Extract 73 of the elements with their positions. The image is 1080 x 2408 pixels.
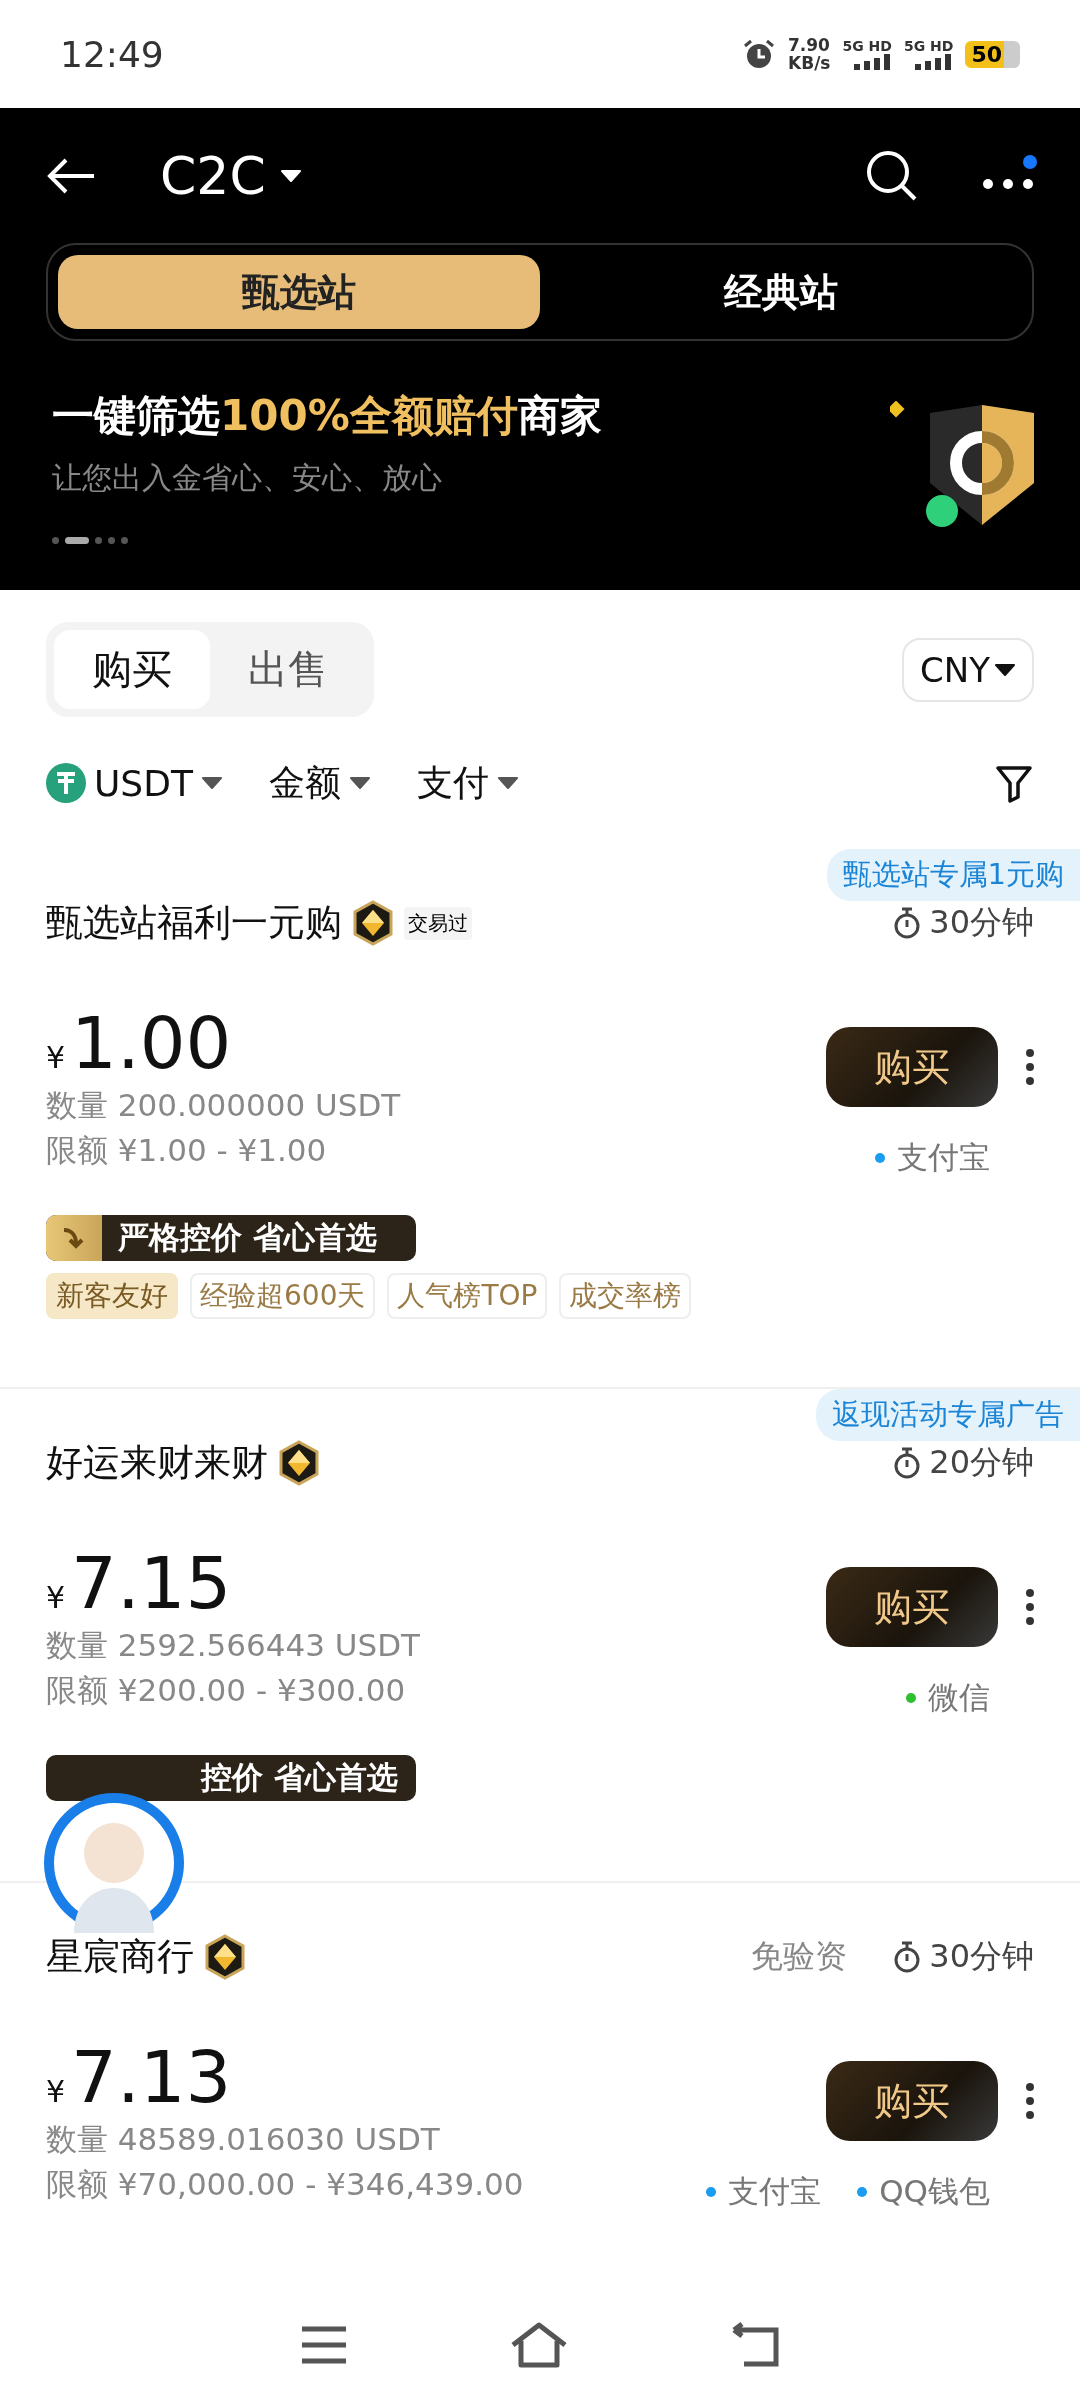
buy-button[interactable]: 购买 xyxy=(826,1567,998,1647)
more-options-button[interactable] xyxy=(1026,1589,1034,1625)
merchant-name[interactable]: 好运来财来财 xyxy=(46,1438,268,1488)
station-tab[interactable]: 甄选站 xyxy=(58,255,540,329)
quantity-text: 数量 200.000000 USDT xyxy=(46,1086,401,1125)
clock-time: 12:49 xyxy=(60,33,164,75)
limit-text: 限额 ¥200.00 - ¥300.00 xyxy=(46,1671,407,1710)
unit-price: 7.15 xyxy=(71,1543,232,1623)
caret-icon xyxy=(348,776,371,790)
filter-dropdown[interactable]: USDT xyxy=(46,762,223,804)
buy-button[interactable]: 购买 xyxy=(826,2061,998,2141)
alarm-icon xyxy=(742,38,776,70)
payment-method: QQ钱包 xyxy=(879,2172,990,2211)
merchant-note: 免验资 xyxy=(751,1936,848,1977)
vertical-dots-icon xyxy=(1026,1049,1034,1085)
promo-text: 控价 省心首选 xyxy=(201,1758,398,1797)
diamond-badge-icon xyxy=(278,1440,320,1486)
merchant-tag: 成交率榜 xyxy=(559,1273,692,1319)
trade-tab[interactable]: 出售 xyxy=(210,630,366,709)
diamond-badge-icon xyxy=(352,900,394,946)
network-speed: 7.90 xyxy=(788,36,831,54)
menu-icon xyxy=(300,2325,349,2365)
vertical-dots-icon xyxy=(1026,2083,1034,2119)
currency-sign: ¥ xyxy=(46,1580,66,1615)
promo-label: 甄选站专属1元购 xyxy=(826,849,1080,901)
more-options-button[interactable] xyxy=(1026,2083,1034,2119)
quantity-text: 数量 2592.566443 USDT xyxy=(46,1626,420,1665)
limit-text: 限额 ¥1.00 - ¥1.00 xyxy=(46,1131,328,1170)
station-tab[interactable]: 经典站 xyxy=(540,255,1022,329)
currency-sign: ¥ xyxy=(46,1040,66,1075)
network-type: 5G HD xyxy=(903,38,954,54)
buy-button[interactable]: 购买 xyxy=(826,1027,998,1107)
payment-time: 30分钟 xyxy=(929,1936,1034,1977)
filter-dropdown[interactable]: 支付 xyxy=(416,758,519,808)
currency-dropdown[interactable]: CNY xyxy=(902,637,1034,702)
payment-method: 支付宝 xyxy=(897,1138,990,1177)
traded-label: 交易过 xyxy=(404,906,472,940)
unit-price: 7.13 xyxy=(71,2037,232,2117)
trade-tab[interactable]: 购买 xyxy=(54,630,210,709)
merchant-tag: 人气榜TOP xyxy=(387,1273,548,1319)
merchant-name[interactable]: 星宸商行 xyxy=(46,1932,194,1982)
vertical-dots-icon xyxy=(1026,1589,1034,1625)
filter-button[interactable] xyxy=(994,763,1034,803)
payment-method: 微信 xyxy=(928,1678,990,1717)
diamond-badge-icon xyxy=(204,1934,246,1980)
funnel-icon xyxy=(994,763,1034,803)
tether-coin-icon xyxy=(46,763,86,803)
merchant-tag: 经验超600天 xyxy=(190,1273,376,1319)
caret-icon xyxy=(994,662,1016,677)
banner-headline: 一键筛选100%全额赔付商家 xyxy=(52,389,603,442)
filter-dropdown[interactable]: 金额 xyxy=(268,758,371,808)
caret-icon xyxy=(496,776,519,790)
page-title[interactable]: C2C xyxy=(160,145,266,206)
limit-text: 限额 ¥70,000.00 - ¥346,439.00 xyxy=(46,2165,524,2204)
network-type: 5G HD xyxy=(842,38,892,54)
payment-method: 支付宝 xyxy=(728,2172,822,2211)
promo-text: 严格控价 省心首选 xyxy=(118,1218,377,1257)
merchant-tag: 新客友好 xyxy=(46,1273,178,1319)
speed-unit: KB/s xyxy=(788,54,831,72)
promo-label: 返现活动专属广告 xyxy=(816,1389,1080,1441)
dropdown-caret-icon xyxy=(279,168,302,183)
payment-time: 30分钟 xyxy=(929,902,1034,943)
more-options-button[interactable] xyxy=(1026,1049,1034,1085)
assistant-avatar[interactable] xyxy=(44,1793,184,1933)
merchant-name[interactable]: 甄选站福利一元购 xyxy=(46,898,342,948)
currency-sign: ¥ xyxy=(46,2074,66,2109)
home-icon xyxy=(509,2321,569,2369)
unit-price: 1.00 xyxy=(71,1003,232,1083)
quantity-text: 数量 48589.016030 USDT xyxy=(46,2120,441,2159)
battery-level: 50 xyxy=(965,40,1020,68)
payment-time: 20分钟 xyxy=(929,1442,1034,1483)
caret-icon xyxy=(200,776,223,790)
banner-subtitle: 让您出入金省心、安心、放心 xyxy=(52,458,443,497)
